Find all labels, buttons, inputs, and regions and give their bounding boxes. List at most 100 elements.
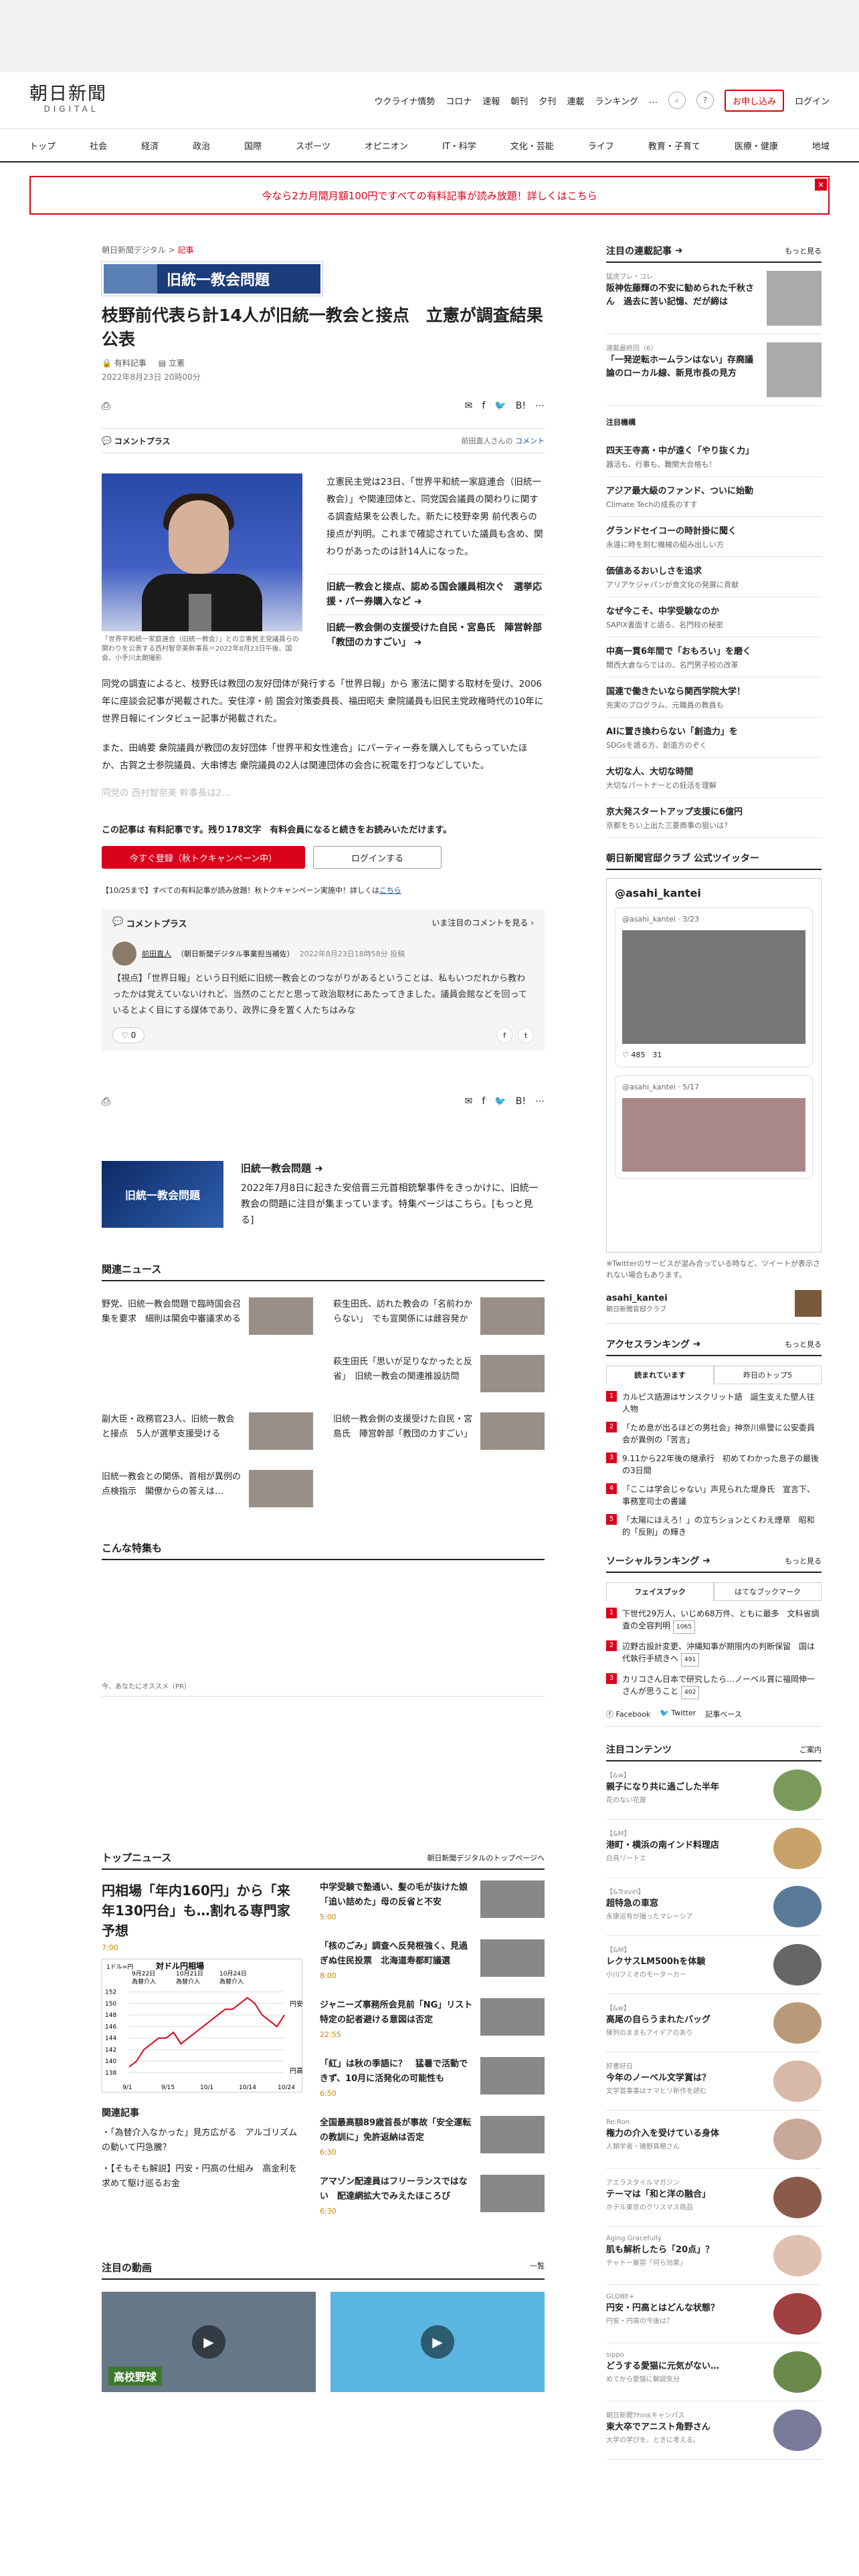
more-icon[interactable]: ⋯ — [535, 401, 545, 411]
search-icon[interactable]: ⌕ — [668, 92, 686, 109]
nav-more[interactable]: … — [649, 96, 658, 106]
gnav-international[interactable]: 国際 — [244, 139, 262, 152]
top-page-link[interactable]: 朝日新聞デジタルのトップページへ — [427, 1852, 545, 1863]
notice-link[interactable]: こちら — [379, 886, 401, 895]
gnav-sports[interactable]: スポーツ — [296, 139, 330, 152]
facebook-icon[interactable]: f — [482, 1096, 485, 1107]
content-item[interactable]: Aging Gracefully 肌も解析したら「20点」？ チャトー案容「何ら効果… — [606, 2227, 822, 2285]
content-item[interactable]: 好書好日 今年のノーベル文学賞は？ 文学賞事事はナマヒリ新作を読む — [606, 2052, 822, 2111]
tweet[interactable]: @asahi_kantei · 3/23 ♡ 485 31 — [615, 907, 813, 1067]
twitter-icon[interactable]: 🐦 — [494, 401, 506, 411]
facebook-icon[interactable]: f — [496, 1027, 512, 1043]
tab-yesterday[interactable]: 昨日のトップ5 — [714, 1366, 822, 1384]
top-news-main-title[interactable]: 円相場「年内160円」から「来年130円台」も…割れる専門家予想 — [102, 1881, 302, 1941]
ranking-item[interactable]: 2 「ため息が出るほどの男社会」神奈川県警に公安委員会が異例の「苦言」 — [606, 1422, 822, 1446]
login-button[interactable]: ログインする — [313, 846, 442, 869]
like-button[interactable]: ♡ 0 — [112, 1027, 145, 1043]
more-link[interactable]: もっと見る — [785, 1555, 822, 1566]
content-item[interactable]: 朝日新聞Thinkキャンパス 東大卒でアニスト角野さん 大学の学びを、ときに考える。 — [606, 2401, 822, 2460]
content-item[interactable]: 【&w】 高尾の自らうまれたバッグ 陳列のままもアイデアのあり — [606, 1994, 822, 2052]
top-news-item[interactable]: 中学受験で塾通い、髪の毛が抜けた娘 「追い詰めた」母の反省と不安 5:00 — [320, 1881, 545, 1925]
social-item[interactable]: 1 下世代29万人、いじめ68万件、ともに最多 文科省調査の全容判明 1065 — [606, 1608, 822, 1634]
party-tag[interactable]: ▤ 立憲 — [159, 357, 185, 368]
related-news-item[interactable]: 萩生田氏「思いが足りなかったと反省」 旧統一教会の関連推設訪問 — [333, 1355, 545, 1392]
topic-card[interactable]: 旧統一教会問題 旧統一教会問題 ➜ 2022年7月8日に起きた安倍晋三元首相銃撃… — [102, 1161, 545, 1228]
login-link[interactable]: ログイン — [795, 94, 830, 107]
series-item[interactable]: 連載最終回（6） 「一発逆転ホームランはない」存廃議論のローカル線、新見市長の見方 — [606, 334, 822, 406]
nav-corona[interactable]: コロナ — [446, 94, 472, 107]
ranking-heading[interactable]: アクセスランキング — [606, 1337, 690, 1351]
breadcrumb-site[interactable]: 朝日新聞デジタル — [102, 245, 166, 255]
breadcrumb-category[interactable]: 記事 — [177, 245, 193, 255]
yen-chart[interactable]: 1ドル=円 対ドル円相場 9月22日 10月21日 10月24日 為替介入 為替介入 為替介入… — [102, 1959, 303, 2092]
tweet-stats[interactable]: ♡ 485 31 — [622, 1049, 805, 1060]
nav-ranking[interactable]: ランキング — [595, 94, 638, 107]
content-item[interactable]: GLOBE+ 円安・円高とはどんな状態？ 円安・円高の今後は？ — [606, 2285, 822, 2343]
contents-more[interactable]: ご案内 — [799, 1744, 822, 1755]
site-logo[interactable]: 朝日新聞 DIGITAL — [29, 84, 113, 116]
video-list-link[interactable]: 一覧 — [530, 2260, 545, 2274]
gnav-health[interactable]: 医療・健康 — [735, 139, 778, 152]
gnav-economy[interactable]: 経済 — [141, 139, 159, 152]
social-heading[interactable]: ソーシャルランキング — [606, 1554, 699, 1568]
related-news-item[interactable]: 副大臣・政務官23人、旧統一教会と接点 5人が選挙支援受ける — [102, 1412, 313, 1450]
article-photo[interactable] — [102, 473, 302, 631]
print-icon[interactable]: ⎙ — [102, 1095, 110, 1108]
social-item[interactable]: 3 カリコさん日本で研究したら…ノーベル賞に福岡伸一さんが思うこと 402 — [606, 1673, 822, 1699]
help-icon[interactable]: ? — [696, 92, 714, 109]
sponsored-item[interactable]: アジア最大級のファンド、ついに始動 Climate Techの成長のすす — [606, 477, 822, 517]
gnav-education[interactable]: 教育・子育て — [648, 139, 700, 152]
top-news-item[interactable]: ジャニーズ事務所会見前「NG」リスト 特定の記者避ける意図は否定 22:55 — [320, 1998, 545, 2042]
content-item[interactable]: Re:Ron 権力の介入を受けている身体 人類学者・磯野真穂さん — [606, 2111, 822, 2169]
sponsored-item[interactable]: 価値あるおいしさを追求 アリアケジャパンが食文化の発展に貢献 — [606, 557, 822, 597]
more-link[interactable]: もっと見る — [785, 245, 822, 256]
topic-banner[interactable]: 旧統一教会問題 — [101, 261, 323, 296]
nav-breaking[interactable]: 速報 — [482, 94, 500, 107]
campaign-banner[interactable]: 今なら2カ月間月額100円ですべての有料記事が読み放題！詳しくはこちら × — [29, 176, 830, 215]
sponsored-item[interactable]: 四天王寺高・中が遠く「やり抜く力」 器活も、行事も、難関大合格も！ — [606, 437, 822, 477]
author-name[interactable]: 前田直人 — [142, 948, 171, 959]
tweet[interactable]: @asahi_kantei · 5/17 — [615, 1075, 813, 1179]
twitter-link[interactable]: 🐦 Twitter — [660, 1709, 696, 1719]
more-icon[interactable]: ⋯ — [535, 1096, 545, 1107]
ranking-item[interactable]: 5 「太陽にほえろ！」の立ちションとくわえ煙草 昭和的「反則」の輝き — [606, 1514, 822, 1538]
view-comments-link[interactable]: いま注目のコメントを見る › — [432, 917, 534, 930]
twitter-icon[interactable]: t — [518, 1027, 534, 1043]
gnav-region[interactable]: 地域 — [812, 139, 830, 152]
hatena-icon[interactable]: B! — [516, 1096, 526, 1107]
related-article[interactable]: ・「為替介入なかった」見方広がる アルゴリズムの動いて円急騰？ — [102, 2126, 302, 2155]
video-thumbnail[interactable]: ▶ — [330, 2292, 545, 2392]
top-news-item[interactable]: アマゾン配達員はフリーランスではない 配達網拡大でみえたほころび 6:30 — [320, 2175, 545, 2219]
content-item[interactable]: 【&Travel】 超特急の車窓 永康运有が撮ったマレーシア — [606, 1878, 822, 1936]
tab-hatena[interactable]: はてなブックマーク — [714, 1582, 822, 1601]
related-news-item[interactable]: 野党、旧統一教会問題で臨時国会召集を要求 細則は閣会中審議求める — [102, 1297, 313, 1335]
print-icon[interactable]: ⎙ — [102, 399, 110, 413]
twitter-handle[interactable]: @asahi_kantei — [615, 887, 813, 899]
sponsored-item[interactable]: AIに置き換わらない「創造力」を SDGsを語る方、創造方のぞく — [606, 718, 822, 758]
tab-read[interactable]: 読まれています — [606, 1366, 714, 1384]
nav-ukraine[interactable]: ウクライナ情勢 — [375, 94, 436, 107]
twitter-account[interactable]: asahi_kantei 朝日新聞官邸クラブ — [606, 1290, 822, 1324]
related-article-link-2[interactable]: 旧統一教会側の支援受けた自民・宮島氏 陣営幹部「教団のカすごい」 ➜ — [326, 615, 545, 650]
nav-evening[interactable]: 夕刊 — [539, 94, 556, 107]
top-news-item[interactable]: 「紅」は秋の季語に？ 猛暑で活動できず、10月に活発化の可能性も 6:50 — [320, 2057, 545, 2101]
content-item[interactable]: sippo どうする愛猫に元気がない… めてから愛猫に解説気分 — [606, 2343, 822, 2401]
gnav-culture[interactable]: 文化・芸能 — [510, 139, 554, 152]
tweet-photo[interactable] — [622, 930, 805, 1044]
twitter-icon[interactable]: 🐦 — [494, 1096, 506, 1107]
avatar[interactable] — [112, 942, 136, 966]
video-thumbnail[interactable]: 高校野球 ▶ — [102, 2292, 316, 2392]
facebook-link[interactable]: ⓕ Facebook — [606, 1709, 650, 1719]
sponsored-item[interactable]: なぜ今こそ、中学受験なのか SAPIX書面すと語る、名門校の秘密 — [606, 597, 822, 637]
sponsored-item[interactable]: 中高一貫6年間で「おもろい」を磨く 関西大倉ならではの、名門男子校の改革 — [606, 637, 822, 677]
gnav-top[interactable]: トップ — [29, 139, 56, 152]
sponsored-item[interactable]: グランドセイコーの時計掛に聞く 永遠に時を刻む機械の組み出しい方 — [606, 517, 822, 557]
gnav-life[interactable]: ライフ — [588, 139, 614, 152]
related-article-link-1[interactable]: 旧統一教会と接点、認める国会議員相次ぐ 選挙応援・パー券購入など ➜ — [326, 574, 545, 609]
renzoku-heading[interactable]: 注目の連載記事 — [606, 244, 672, 257]
sponsored-item[interactable]: 京大発スタートアップ支援に6億円 京都をちい上出た三菱商事の狙いは？ — [606, 798, 822, 838]
gnav-politics[interactable]: 政治 — [193, 139, 210, 152]
ranking-item[interactable]: 1 カルピス語源はサンスクリット語 誕生支えた壁人往人物 — [606, 1391, 822, 1415]
series-item[interactable]: 猛虎プレ・コレ 阪神佐藤輝の不安に勧められた千秋さん 過去に苦い記憶、だが締は — [606, 263, 822, 334]
play-icon[interactable]: ▶ — [421, 2325, 454, 2359]
